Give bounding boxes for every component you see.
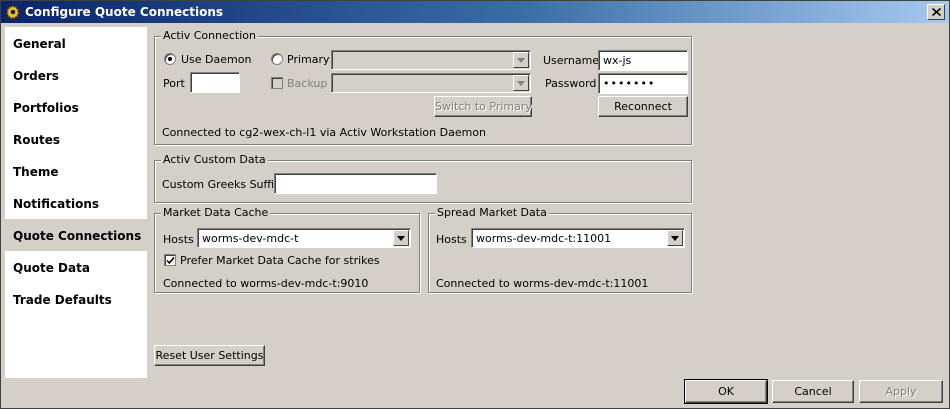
spread-market-data-hosts-combo[interactable]: worms-dev-mdc-t:11001 [471,228,685,248]
backup-label: Backup [287,77,328,90]
dropdown-arrow[interactable] [393,230,409,246]
hosts-label: Hosts [436,233,467,246]
primary-label: Primary [287,53,330,66]
custom-greeks-suffix-label: Custom Greeks Suffix [162,178,281,191]
market-data-cache-status: Connected to worms-dev-mdc-t:9010 [163,277,369,290]
sidebar-item-quote-data[interactable]: Quote Data [5,251,147,283]
spread-market-data-status: Connected to worms-dev-mdc-t:11001 [436,277,649,290]
password-label: Password [545,77,597,90]
prefer-cache-checkbox[interactable] [164,254,176,266]
activ-connection-status: Connected to cg2-wex-ch-l1 via Activ Wor… [162,126,487,139]
chevron-down-icon [671,236,679,241]
sidebar-item-routes[interactable]: Routes [5,123,147,155]
username-input[interactable]: wx-js [598,50,688,71]
sidebar-item-quote-connections[interactable]: Quote Connections [5,219,147,251]
hosts-value: worms-dev-mdc-t:11001 [476,232,612,245]
sidebar-item-general[interactable]: General [5,27,147,59]
chevron-down-icon [397,236,405,241]
dropdown-arrow[interactable] [513,75,529,91]
settings-sidebar: General Orders Portfolios Routes Theme N… [5,27,147,379]
use-daemon-radio[interactable] [164,53,176,65]
sidebar-item-theme[interactable]: Theme [5,155,147,187]
sidebar-item-trade-defaults[interactable]: Trade Defaults [5,283,147,315]
prefer-cache-label: Prefer Market Data Cache for strikes [180,254,380,267]
use-daemon-label: Use Daemon [181,53,252,66]
group-title: Spread Market Data [435,206,549,219]
password-input[interactable]: ••••••• [598,73,688,94]
dropdown-arrow[interactable] [667,230,683,246]
backup-checkbox[interactable] [271,77,283,89]
primary-host-combo[interactable] [331,50,531,70]
chevron-down-icon [517,58,525,63]
settings-panel: Activ Connection Use Daemon Primary Port… [149,27,947,375]
port-label: Port [163,77,185,90]
group-title: Activ Custom Data [161,153,268,166]
window-title: Configure Quote Connections [25,5,224,19]
custom-greeks-suffix-input[interactable] [274,173,437,194]
gear-icon [5,4,21,20]
activ-connection-group: Activ Connection Use Daemon Primary Port… [154,29,692,145]
username-label: Username [543,54,600,67]
title-bar[interactable]: Configure Quote Connections [1,1,949,23]
group-title: Market Data Cache [161,206,271,219]
chevron-down-icon [517,81,525,86]
switch-to-primary-button[interactable]: Switch to Primary [434,96,532,117]
check-icon [166,256,175,265]
market-data-cache-hosts-combo[interactable]: worms-dev-mdc-t [197,228,411,248]
dropdown-arrow[interactable] [513,52,529,68]
primary-radio[interactable] [271,53,283,65]
apply-button[interactable]: Apply [859,380,943,403]
reconnect-button[interactable]: Reconnect [598,96,688,117]
spread-market-data-group: Spread Market Data Hosts worms-dev-mdc-t… [428,206,692,293]
hosts-value: worms-dev-mdc-t [202,232,299,245]
backup-host-combo[interactable] [331,73,531,93]
close-button[interactable] [927,4,945,20]
market-data-cache-group: Market Data Cache Hosts worms-dev-mdc-t … [154,206,420,293]
sidebar-item-notifications[interactable]: Notifications [5,187,147,219]
configure-quote-connections-dialog: Configure Quote Connections General Orde… [0,0,950,409]
group-title: Activ Connection [161,29,258,42]
sidebar-item-orders[interactable]: Orders [5,59,147,91]
dialog-footer: OK Cancel Apply [1,378,949,408]
activ-custom-data-group: Activ Custom Data Custom Greeks Suffix [154,153,692,203]
reset-user-settings-button[interactable]: Reset User Settings [154,345,265,366]
cancel-button[interactable]: Cancel [772,380,854,403]
port-input[interactable] [190,72,240,93]
sidebar-item-portfolios[interactable]: Portfolios [5,91,147,123]
hosts-label: Hosts [163,233,194,246]
close-icon [932,8,941,16]
ok-button[interactable]: OK [684,379,768,404]
